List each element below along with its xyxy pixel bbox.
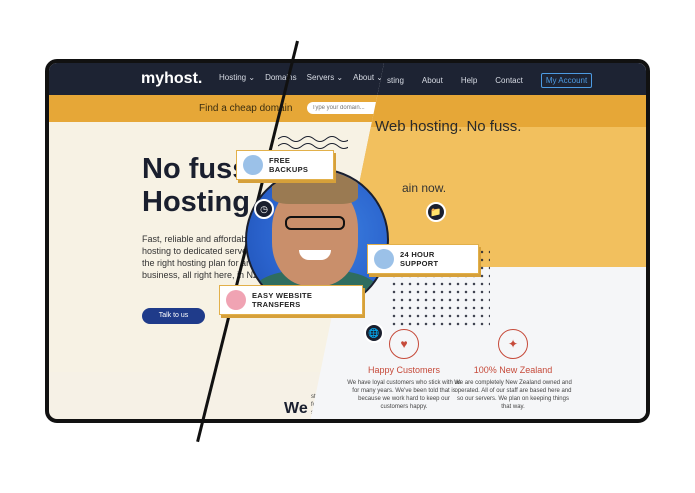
avatar — [374, 249, 394, 269]
avatar — [243, 155, 263, 175]
badge-label: 24 HOUR SUPPORT — [400, 250, 439, 268]
my-account-button[interactable]: My Account — [540, 73, 593, 88]
feature-text: We have loyal customers who stick with u… — [347, 380, 461, 410]
feature-text: We are completely New Zealand owned and … — [454, 380, 572, 410]
avatar — [226, 290, 246, 310]
heart-icon: ♥ — [389, 329, 419, 359]
nav-left-menu: Hosting ⌄ Domains Servers ⌄ About ⌄ — [219, 73, 383, 82]
right-tagline: Web hosting. No fuss. — [375, 118, 522, 135]
nav-right-menu: sting About Help Contact My Account — [387, 73, 593, 88]
right-subtag: ain now. — [402, 181, 447, 195]
feature-happy-customers: ♥ Happy Customers We have loyal customer… — [344, 329, 464, 411]
nav-item-hosting[interactable]: Hosting ⌄ — [219, 73, 255, 82]
nav-item-help[interactable]: Help — [461, 76, 477, 85]
glasses — [285, 216, 345, 230]
nav-item-contact[interactable]: Contact — [495, 76, 523, 85]
nav-item-about[interactable]: About ⌄ — [353, 73, 383, 82]
feature-new-zealand: ✦ 100% New Zealand We are completely New… — [453, 329, 573, 411]
badge-easy-transfers: EASY WEBSITE TRANSFERS — [219, 285, 363, 315]
feature-title: Happy Customers — [367, 365, 441, 375]
talk-to-us-button[interactable]: Talk to us — [142, 308, 205, 324]
nav-item-about-right[interactable]: About — [422, 76, 443, 85]
badge-free-backups: FREE BACKUPS — [236, 150, 334, 180]
clock-icon: ◷ — [254, 199, 274, 219]
nz-map-icon: ✦ — [498, 329, 528, 359]
nav-item-domains[interactable]: Domains — [265, 73, 297, 82]
bottom-heading: We — [284, 400, 308, 417]
nav-item-servers[interactable]: Servers ⌄ — [307, 73, 344, 82]
badge-24-hour-support: 24 HOUR SUPPORT — [367, 244, 479, 274]
feature-title: 100% New Zealand — [473, 365, 553, 375]
badge-label: EASY WEBSITE TRANSFERS — [252, 291, 313, 309]
badge-label: FREE BACKUPS — [269, 156, 309, 174]
globe-icon: 🌐 — [364, 323, 384, 343]
logo[interactable]: myhost. — [141, 70, 202, 88]
folder-icon: 📁 — [426, 202, 446, 222]
smile — [299, 250, 331, 260]
nav-item-hosting-right[interactable]: sting — [387, 76, 404, 85]
